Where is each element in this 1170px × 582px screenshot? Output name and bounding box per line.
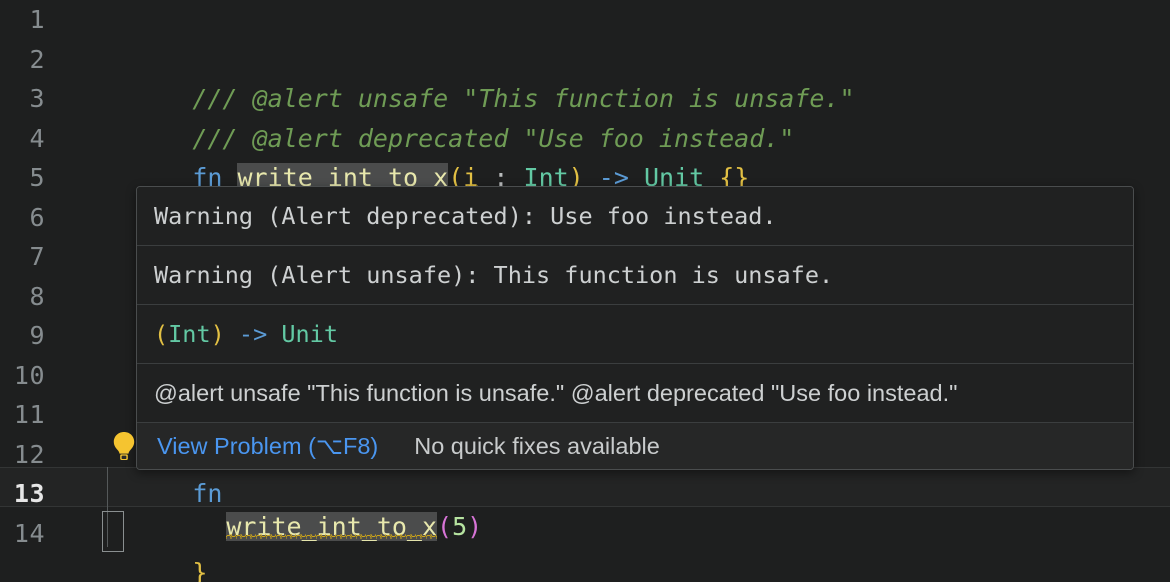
tooltip-type-signature: (Int) -> Unit	[137, 305, 1133, 364]
sig-close-paren: )	[211, 320, 225, 348]
code-line-4[interactable]: fn write_int_to_x(i : Int) -> Unit {}	[102, 119, 749, 159]
code-line-13[interactable]: write_int_to_x(5)	[136, 467, 482, 507]
tooltip-doc-text: @alert unsafe "This function is unsafe."…	[137, 364, 1133, 423]
sig-return-type: Unit	[281, 320, 338, 348]
tooltip-doc-content: @alert unsafe "This function is unsafe."…	[154, 380, 957, 407]
indent-guide	[107, 467, 108, 507]
function-call-name[interactable]: write_int_to_x	[226, 512, 437, 541]
sig-open-paren: (	[154, 320, 168, 348]
code-line-3[interactable]: /// @alert deprecated "Use foo instead."	[102, 79, 794, 119]
code-line-2[interactable]: /// @alert unsafe "This function is unsa…	[102, 40, 855, 80]
code-editor-window: 1 2 3 4 5 6 7 8 9 10 11 12 13 14 /// @al…	[0, 0, 1170, 582]
call-open-paren: (	[437, 512, 452, 541]
tooltip-action-bar: View Problem (⌥F8) No quick fixes availa…	[137, 423, 1133, 469]
view-problem-link[interactable]: View Problem (⌥F8)	[157, 432, 378, 460]
call-close-paren: )	[467, 512, 482, 541]
closing-brace: }	[192, 558, 207, 582]
lightbulb-icon[interactable]	[110, 430, 138, 462]
tooltip-warning-unsafe: Warning (Alert unsafe): This function is…	[137, 246, 1133, 305]
sig-param-type: Int	[168, 320, 210, 348]
numeric-literal: 5	[452, 512, 467, 541]
hover-tooltip-popup[interactable]: Warning (Alert deprecated): Use foo inst…	[136, 186, 1134, 470]
no-quick-fixes-label: No quick fixes available	[414, 433, 660, 460]
sig-arrow: ->	[239, 320, 267, 348]
tooltip-warning-text: Warning (Alert unsafe): This function is…	[154, 261, 833, 289]
tooltip-warning-deprecated: Warning (Alert deprecated): Use foo inst…	[137, 187, 1133, 246]
code-line-14[interactable]: }	[102, 514, 207, 554]
tooltip-warning-text: Warning (Alert deprecated): Use foo inst…	[154, 202, 777, 230]
